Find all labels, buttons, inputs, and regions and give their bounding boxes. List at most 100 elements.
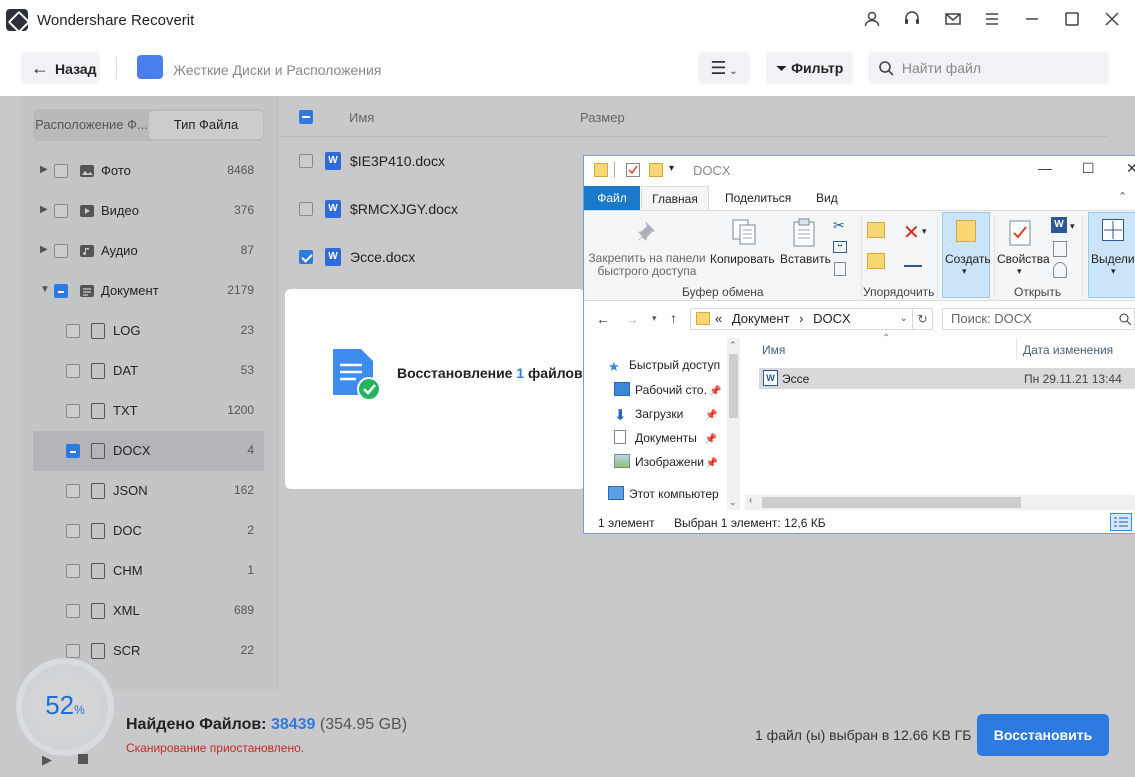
open-dropdown-icon[interactable]: ▾ <box>1070 221 1075 232</box>
column-divider[interactable] <box>1016 338 1017 360</box>
filter-button[interactable]: ⏷ Фильтр <box>766 52 853 84</box>
checkbox[interactable] <box>66 404 80 418</box>
sidebar-item-json[interactable]: JSON 162 <box>33 471 264 511</box>
explorer-column-date[interactable]: Дата изменения <box>1023 343 1113 357</box>
column-size[interactable]: Размер <box>580 110 625 125</box>
explorer-close-icon[interactable]: ✕ <box>1126 160 1135 177</box>
column-name[interactable]: Имя <box>349 110 374 125</box>
history-icon[interactable] <box>1053 262 1067 278</box>
new-folder-icon[interactable] <box>649 163 663 177</box>
view-options-button[interactable]: ☰ ⌄ <box>698 52 750 84</box>
support-headset-icon[interactable] <box>902 10 922 30</box>
checkbox-partial[interactable] <box>66 444 80 458</box>
scroll-left-icon[interactable]: ‹ <box>749 495 752 506</box>
checkbox[interactable] <box>66 564 80 578</box>
address-input[interactable]: « Документ › DOCX ⌄ <box>690 308 913 330</box>
delete-dropdown-icon[interactable]: ▾ <box>922 226 927 237</box>
sidebar-item-log[interactable]: LOG 23 <box>33 311 264 351</box>
properties-check-icon[interactable] <box>626 163 640 177</box>
ribbon-collapse-icon[interactable]: ⌃ <box>1118 190 1127 203</box>
chevron-right-icon[interactable]: ▶ <box>40 204 48 215</box>
chevron-down-icon[interactable]: ▼ <box>40 284 50 295</box>
refresh-icon[interactable]: ↻ <box>913 308 933 330</box>
nav-downloads[interactable]: ⬇ Загрузки 📌 <box>614 406 718 424</box>
checkbox[interactable] <box>299 202 313 216</box>
nav-forward-icon[interactable]: → <box>625 311 639 327</box>
explorer-maximize-icon[interactable]: ☐ <box>1082 160 1095 177</box>
scroll-down-icon[interactable]: ⌄ <box>729 497 737 508</box>
checkbox-checked[interactable] <box>299 250 313 264</box>
close-icon[interactable] <box>1102 10 1122 30</box>
delete-icon[interactable]: ✕ <box>903 220 920 245</box>
properties-button[interactable]: Свойства <box>997 252 1050 266</box>
nav-documents[interactable]: Документы 📌 <box>614 430 717 445</box>
chevron-right-icon[interactable]: ▶ <box>40 244 48 255</box>
nav-desktop[interactable]: Рабочий сто. 📌 <box>614 382 721 397</box>
nav-quick-access[interactable]: ★ Быстрый доступ <box>608 358 720 374</box>
tab-file[interactable]: Файл <box>584 186 640 210</box>
scroll-up-icon[interactable]: ⌃ <box>729 340 737 351</box>
sidebar-item-docx[interactable]: DOCX 4 <box>33 431 264 471</box>
chevron-right-icon[interactable]: ▶ <box>40 164 48 175</box>
sidebar-item-photo[interactable]: ▶ Фото 8468 <box>33 151 264 191</box>
copy-to-icon[interactable] <box>867 253 885 269</box>
tab-file-location[interactable]: Расположение Ф... <box>35 111 148 139</box>
copy-path-icon[interactable]: •• <box>833 241 847 253</box>
sidebar-item-video[interactable]: ▶ Видео 376 <box>33 191 264 231</box>
word-open-icon[interactable]: W <box>1051 217 1067 233</box>
address-dropdown-icon[interactable]: ⌄ <box>900 309 908 329</box>
checkbox[interactable] <box>54 244 68 258</box>
paste-shortcut-icon[interactable] <box>834 262 846 276</box>
checkbox[interactable] <box>299 154 313 168</box>
properties-dropdown-icon[interactable]: ▾ <box>1017 266 1022 277</box>
nav-this-pc[interactable]: Этот компьютер <box>608 486 719 501</box>
pin-quick-access-button[interactable]: Закрепить на панели быстрого доступа <box>588 252 706 278</box>
sidebar-item-xml[interactable]: XML 689 <box>33 591 264 631</box>
explorer-column-name[interactable]: Имя <box>762 343 785 357</box>
recent-locations-icon[interactable]: ▾ <box>652 313 657 324</box>
stop-icon[interactable] <box>78 754 88 764</box>
nav-scrollbar-thumb[interactable] <box>729 354 738 418</box>
nav-up-icon[interactable]: ↑ <box>670 310 677 326</box>
sidebar-item-dat[interactable]: DAT 53 <box>33 351 264 391</box>
horizontal-scrollbar-thumb[interactable] <box>762 497 1021 508</box>
search-input[interactable]: Найти файл <box>868 52 1109 84</box>
explorer-minimize-icon[interactable]: — <box>1038 160 1052 176</box>
account-icon[interactable] <box>862 10 882 30</box>
nav-back-icon[interactable]: ← <box>596 311 610 327</box>
edit-icon[interactable] <box>1053 241 1067 257</box>
cut-icon[interactable]: ✂ <box>833 217 845 234</box>
sidebar-item-document[interactable]: ▼ Документ 2179 <box>33 271 264 311</box>
explorer-search-input[interactable]: Поиск: DOCX <box>942 308 1135 330</box>
maximize-icon[interactable] <box>1062 10 1082 30</box>
customize-dropdown-icon[interactable]: ▾ <box>669 163 674 174</box>
checkbox[interactable] <box>54 204 68 218</box>
checkbox[interactable] <box>54 164 68 178</box>
rename-icon[interactable] <box>904 253 922 267</box>
sidebar-item-doc[interactable]: DOC 2 <box>33 511 264 551</box>
address-segment[interactable]: Документ <box>732 311 790 326</box>
sidebar-item-txt[interactable]: TXT 1200 <box>33 391 264 431</box>
checkbox[interactable] <box>66 364 80 378</box>
select-all-checkbox[interactable] <box>299 110 313 124</box>
play-icon[interactable]: ▶ <box>42 752 52 768</box>
mail-icon[interactable] <box>943 10 963 30</box>
move-to-icon[interactable] <box>867 222 885 238</box>
checkbox[interactable] <box>66 484 80 498</box>
menu-list-icon[interactable] <box>982 10 1002 30</box>
checkbox-partial[interactable] <box>54 284 68 298</box>
address-segment[interactable]: DOCX <box>813 311 851 326</box>
tab-file-type[interactable]: Тип Файла <box>149 111 263 139</box>
copy-button[interactable]: Копировать <box>710 252 775 266</box>
checkbox[interactable] <box>66 324 80 338</box>
back-button[interactable]: ← Назад <box>21 52 100 84</box>
tab-home[interactable]: Главная <box>641 186 709 211</box>
checkbox[interactable] <box>66 524 80 538</box>
address-separator[interactable]: › <box>799 311 803 326</box>
paste-button[interactable]: Вставить <box>780 252 831 266</box>
tab-share[interactable]: Поделиться <box>725 191 791 205</box>
nav-pictures[interactable]: Изображени 📌 <box>614 454 718 469</box>
details-view-icon[interactable] <box>1110 513 1132 531</box>
minimize-icon[interactable] <box>1022 10 1042 30</box>
tab-view[interactable]: Вид <box>816 191 838 205</box>
